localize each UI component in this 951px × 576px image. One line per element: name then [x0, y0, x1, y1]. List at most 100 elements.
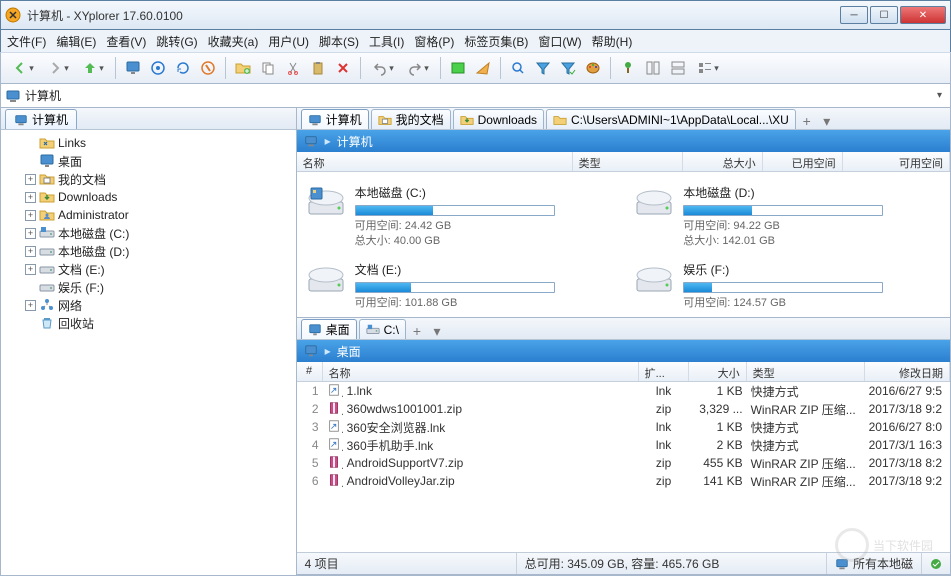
add-tab-button[interactable]: +	[408, 323, 426, 339]
col-type[interactable]: 类型	[747, 362, 865, 381]
menu-tabsets[interactable]: 标签页集(B)	[464, 33, 528, 50]
file-row[interactable]: 5AndroidSupportV7.zipzip455 KBWinRAR ZIP…	[297, 454, 950, 472]
menu-file[interactable]: 文件(F)	[7, 33, 46, 50]
new-folder-icon[interactable]	[232, 57, 254, 79]
layout-1-icon[interactable]	[642, 57, 664, 79]
forward-button[interactable]: ▾	[42, 57, 74, 79]
col-total[interactable]: 总大小	[683, 152, 763, 171]
tree[interactable]: Links桌面+我的文档+Downloads+Administrator+本地磁…	[1, 130, 296, 575]
paste-icon[interactable]	[307, 57, 329, 79]
copy-icon[interactable]	[257, 57, 279, 79]
col-idx[interactable]: #	[297, 362, 323, 381]
pane-tab[interactable]: 计算机	[301, 109, 369, 129]
expand-icon[interactable]: +	[25, 228, 36, 239]
target-icon[interactable]	[147, 57, 169, 79]
drive-name: 文档 (E:)	[355, 261, 614, 278]
menu-user[interactable]: 用户(U)	[268, 33, 309, 50]
pane-tab[interactable]: Downloads	[453, 109, 544, 129]
col-free[interactable]: 可用空间	[843, 152, 950, 171]
col-type[interactable]: 类型	[573, 152, 683, 171]
menu-script[interactable]: 脚本(S)	[319, 33, 359, 50]
expand-icon[interactable]: +	[25, 174, 36, 185]
file-row[interactable]: 11.lnklnk1 KB快捷方式2016/6/27 9:5	[297, 382, 950, 400]
filter-check-icon[interactable]	[557, 57, 579, 79]
desktop-icon	[303, 344, 319, 358]
palette-icon[interactable]	[582, 57, 604, 79]
file-row[interactable]: 4360手机助手.lnklnk2 KB快捷方式2017/3/1 16:3	[297, 436, 950, 454]
pane-tab[interactable]: C:\Users\ADMINI~1\AppData\Local...\XU	[546, 109, 796, 129]
up-button[interactable]: ▾	[77, 57, 109, 79]
tree-item[interactable]: +本地磁盘 (D:)	[3, 242, 294, 260]
col-date[interactable]: 修改日期	[865, 362, 950, 381]
tree-tab-computer[interactable]: 计算机	[5, 109, 77, 129]
bottom-breadcrumb[interactable]: ▸ 桌面	[297, 340, 950, 362]
drive-item[interactable]: 文档 (E:)可用空间: 101.88 GB	[301, 257, 618, 315]
pane-tab[interactable]: 桌面	[301, 319, 357, 339]
add-tab-button[interactable]: +	[798, 113, 816, 129]
expand-icon[interactable]: +	[25, 210, 36, 221]
row-index: 5	[297, 456, 323, 470]
pane-tab[interactable]: 我的文档	[371, 109, 451, 129]
tab-overflow-icon[interactable]: ▾	[818, 113, 836, 129]
tree-item[interactable]: 回收站	[3, 314, 294, 332]
maximize-button[interactable]: ☐	[870, 6, 898, 24]
drive-c-icon	[39, 225, 55, 241]
menu-view[interactable]: 查看(V)	[106, 33, 146, 50]
menu-help[interactable]: 帮助(H)	[592, 33, 633, 50]
top-breadcrumb[interactable]: ▸ 计算机	[297, 130, 950, 152]
preview-icon[interactable]	[447, 57, 469, 79]
tree-icon[interactable]	[617, 57, 639, 79]
layout-2-icon[interactable]	[667, 57, 689, 79]
drive-item[interactable]: 本地磁盘 (C:)可用空间: 24.42 GB总大小: 40.00 GB	[301, 180, 618, 253]
undo-icon[interactable]: ▾	[367, 57, 399, 79]
address-bar[interactable]: 计算机 ▾	[0, 84, 951, 108]
filter-icon[interactable]	[532, 57, 554, 79]
pane-tab[interactable]: C:\	[359, 319, 406, 339]
back-button[interactable]: ▾	[7, 57, 39, 79]
file-row[interactable]: 2360wdws1001001.zipzip3,329 ...WinRAR ZI…	[297, 400, 950, 418]
redo-icon[interactable]: ▾	[402, 57, 434, 79]
col-ext[interactable]: 扩...	[639, 362, 689, 381]
file-row[interactable]: 6AndroidVolleyJar.zipzip141 KBWinRAR ZIP…	[297, 472, 950, 490]
menu-tools[interactable]: 工具(I)	[369, 33, 404, 50]
expand-icon[interactable]: +	[25, 300, 36, 311]
tab-overflow-icon[interactable]: ▾	[428, 323, 446, 339]
stop-icon[interactable]	[197, 57, 219, 79]
tree-item[interactable]: 桌面	[3, 152, 294, 170]
search-icon[interactable]	[507, 57, 529, 79]
refresh-icon[interactable]	[172, 57, 194, 79]
address-dropdown-icon[interactable]: ▾	[933, 90, 946, 101]
drive-item[interactable]: 本地磁盘 (D:)可用空间: 94.22 GB总大小: 142.01 GB	[629, 180, 946, 253]
menu-panes[interactable]: 窗格(P)	[414, 33, 454, 50]
col-used[interactable]: 已用空间	[763, 152, 843, 171]
tree-item[interactable]: +文档 (E:)	[3, 260, 294, 278]
col-name[interactable]: 名称	[297, 152, 573, 171]
menu-favorites[interactable]: 收藏夹(a)	[208, 33, 259, 50]
delete-icon[interactable]	[332, 57, 354, 79]
pizza-icon[interactable]	[472, 57, 494, 79]
tree-item[interactable]: +本地磁盘 (C:)	[3, 224, 294, 242]
menu-window[interactable]: 窗口(W)	[538, 33, 581, 50]
menu-edit[interactable]: 编辑(E)	[56, 33, 96, 50]
menu-goto[interactable]: 跳转(G)	[156, 33, 197, 50]
view-mode-icon[interactable]: ▾	[692, 57, 724, 79]
tree-item[interactable]: +网络	[3, 296, 294, 314]
computer-icon[interactable]	[122, 57, 144, 79]
tree-item[interactable]: +Downloads	[3, 188, 294, 206]
col-size[interactable]: 大小	[689, 362, 747, 381]
file-row[interactable]: 3360安全浏览器.lnklnk1 KB快捷方式2016/6/27 8:0	[297, 418, 950, 436]
cut-icon[interactable]	[282, 57, 304, 79]
col-name[interactable]: 名称	[323, 362, 639, 381]
tree-item[interactable]: Links	[3, 134, 294, 152]
expand-icon[interactable]: +	[25, 264, 36, 275]
minimize-button[interactable]: ─	[840, 6, 868, 24]
tree-item[interactable]: +Administrator	[3, 206, 294, 224]
tree-item[interactable]: 娱乐 (F:)	[3, 278, 294, 296]
expand-icon[interactable]: +	[25, 246, 36, 257]
close-button[interactable]: ✕	[900, 6, 946, 24]
tree-item[interactable]: +我的文档	[3, 170, 294, 188]
file-size: 2 KB	[689, 438, 747, 452]
file-list[interactable]: 11.lnklnk1 KB快捷方式2016/6/27 9:52360wdws10…	[297, 382, 950, 552]
drive-item[interactable]: 娱乐 (F:)可用空间: 124.57 GB	[629, 257, 946, 315]
expand-icon[interactable]: +	[25, 192, 36, 203]
